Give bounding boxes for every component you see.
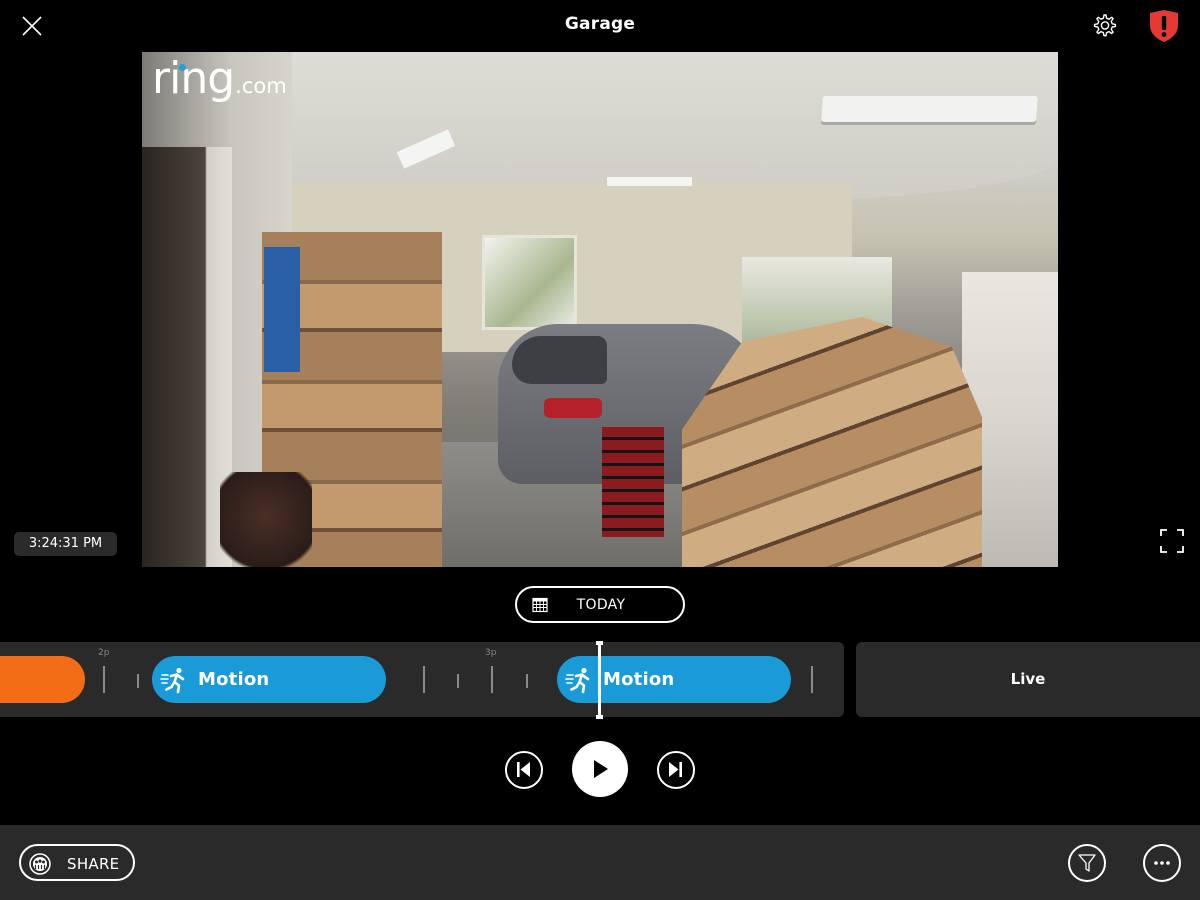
live-label: Live (1010, 670, 1046, 688)
share-label: SHARE (67, 855, 120, 873)
hour-label: 2p (98, 648, 110, 658)
video-doorframe (142, 147, 232, 567)
motion-run-icon (160, 667, 185, 693)
skip-next-icon (669, 762, 682, 777)
play-icon (594, 760, 608, 778)
motion-run-icon (565, 667, 590, 693)
video-ceiling-light (607, 177, 692, 186)
timeline-tick (103, 666, 105, 693)
video-window (482, 235, 577, 330)
video-blue-box (264, 247, 300, 372)
timeline-tick (457, 674, 459, 688)
video-car-taillight (544, 398, 602, 418)
next-event-button[interactable] (657, 751, 695, 789)
skip-previous-icon (517, 762, 530, 777)
settings-button[interactable] (1090, 12, 1118, 40)
video-person (220, 472, 312, 567)
timeline-tick (811, 666, 813, 693)
shield-alert-icon (1150, 10, 1178, 42)
ring-watermark: ring .com (152, 57, 287, 101)
event-label: Motion (198, 669, 270, 690)
live-video-feed[interactable]: ring .com (142, 52, 1058, 567)
watermark-suffix: .com (235, 74, 287, 98)
timeline-event-motion[interactable]: Motion (557, 656, 791, 703)
play-button[interactable] (572, 741, 628, 797)
share-button[interactable]: SHARE (19, 844, 135, 881)
bottom-bar: SHARE (0, 825, 1200, 900)
more-icon (1154, 861, 1170, 865)
timeline-tick (423, 666, 425, 693)
watermark-dot (179, 64, 186, 71)
timeline-event-ring[interactable] (0, 656, 85, 703)
page-title: Garage (564, 14, 636, 34)
timeline-playhead[interactable] (596, 641, 603, 719)
timeline-tick (526, 674, 528, 688)
header: Garage (0, 0, 1200, 52)
neighbors-share-icon (29, 853, 51, 875)
live-button[interactable]: Live (856, 642, 1200, 717)
watermark-main: ring (152, 53, 235, 104)
video-tool-chest (602, 427, 664, 537)
more-options-button[interactable] (1143, 844, 1181, 882)
previous-event-button[interactable] (505, 751, 543, 789)
video-car-window (512, 336, 607, 384)
timeline-tick (137, 674, 139, 688)
fullscreen-button[interactable] (1160, 529, 1184, 553)
date-selector-button[interactable]: TODAY (515, 586, 685, 623)
filter-icon (1078, 854, 1096, 872)
video-ceiling-light (821, 96, 1038, 122)
gear-icon (1093, 14, 1117, 37)
hour-label: 3p (485, 648, 497, 658)
timeline-tick (491, 666, 493, 693)
event-label: Motion (603, 669, 675, 690)
alert-button[interactable] (1148, 9, 1180, 43)
timeline-event-motion[interactable]: Motion (152, 656, 386, 703)
filter-button[interactable] (1068, 844, 1106, 882)
fullscreen-icon (1160, 529, 1184, 553)
calendar-icon (532, 597, 548, 613)
event-timeline[interactable]: 2p Motion 3p Motion (0, 642, 844, 717)
video-timestamp: 3:24:31 PM (14, 532, 117, 556)
